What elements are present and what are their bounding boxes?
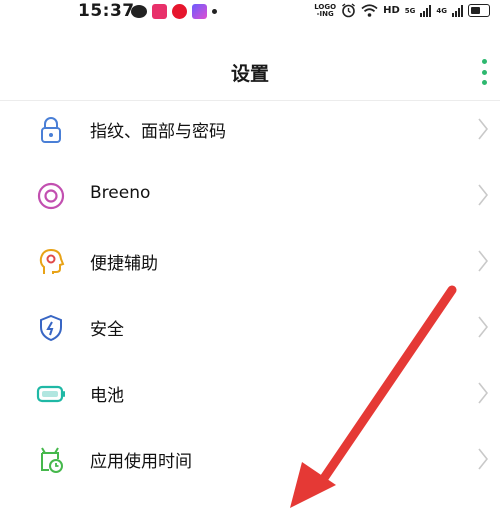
settings-header: 设置 <box>0 45 500 100</box>
settings-item-fingerprint-face-password[interactable]: 指纹、面部与密码 <box>0 97 500 163</box>
settings-item-label: 电池 <box>90 386 124 406</box>
wechat-icon <box>131 5 147 18</box>
status-bar: 15:37 LOGO -ING HD 5G 4G <box>0 0 500 26</box>
dot-icon <box>481 80 487 85</box>
settings-item-battery[interactable]: 电池 <box>0 361 500 427</box>
chevron-right-icon <box>478 184 488 206</box>
alarm-icon <box>342 3 356 18</box>
settings-item-app-usage-time[interactable]: 应用使用时间 <box>0 427 500 493</box>
app-timer-icon <box>41 447 63 473</box>
dot-icon <box>481 59 487 64</box>
system-status-icons: LOGO -ING HD 5G 4G <box>314 3 490 18</box>
weibo-icon <box>172 4 187 19</box>
sim1-tech: 5G <box>404 6 416 15</box>
chevron-right-icon <box>478 316 488 338</box>
notification-icons <box>131 4 217 19</box>
signal-icon <box>420 4 432 17</box>
settings-item-security[interactable]: 安全 <box>0 295 500 361</box>
settings-item-convenient-assist[interactable]: 便捷辅助 <box>0 229 500 295</box>
lock-icon <box>41 117 61 143</box>
breeno-icon <box>37 182 65 210</box>
settings-item-label: 指纹、面部与密码 <box>90 122 226 142</box>
notification-dot-icon <box>212 9 217 14</box>
battery-status-icon <box>468 4 490 17</box>
chevron-right-icon <box>478 118 488 140</box>
wifi-icon <box>361 4 378 17</box>
dot-icon <box>481 69 487 75</box>
page-title: 设置 <box>230 63 269 85</box>
app-icon <box>152 4 167 19</box>
battery-icon <box>36 385 65 403</box>
chevron-right-icon <box>478 448 488 470</box>
signal-icon <box>452 4 463 17</box>
logo-indicator: LOGO -ING <box>314 2 337 18</box>
settings-item-breeno[interactable]: Breeno <box>0 163 500 229</box>
assist-icon <box>39 248 65 274</box>
app-icon <box>192 4 207 19</box>
chevron-right-icon <box>478 382 488 404</box>
shield-icon <box>40 314 62 342</box>
sim2-tech: 4G <box>436 6 447 15</box>
settings-item-label: 便捷辅助 <box>90 254 158 274</box>
chevron-right-icon <box>478 250 488 272</box>
status-time: 15:37 <box>78 1 135 21</box>
settings-item-label: 应用使用时间 <box>90 452 192 472</box>
hd-indicator: HD <box>383 5 400 16</box>
settings-item-label: Breeno <box>90 183 151 203</box>
more-options-button[interactable] <box>476 59 492 85</box>
settings-item-label: 安全 <box>90 320 124 340</box>
